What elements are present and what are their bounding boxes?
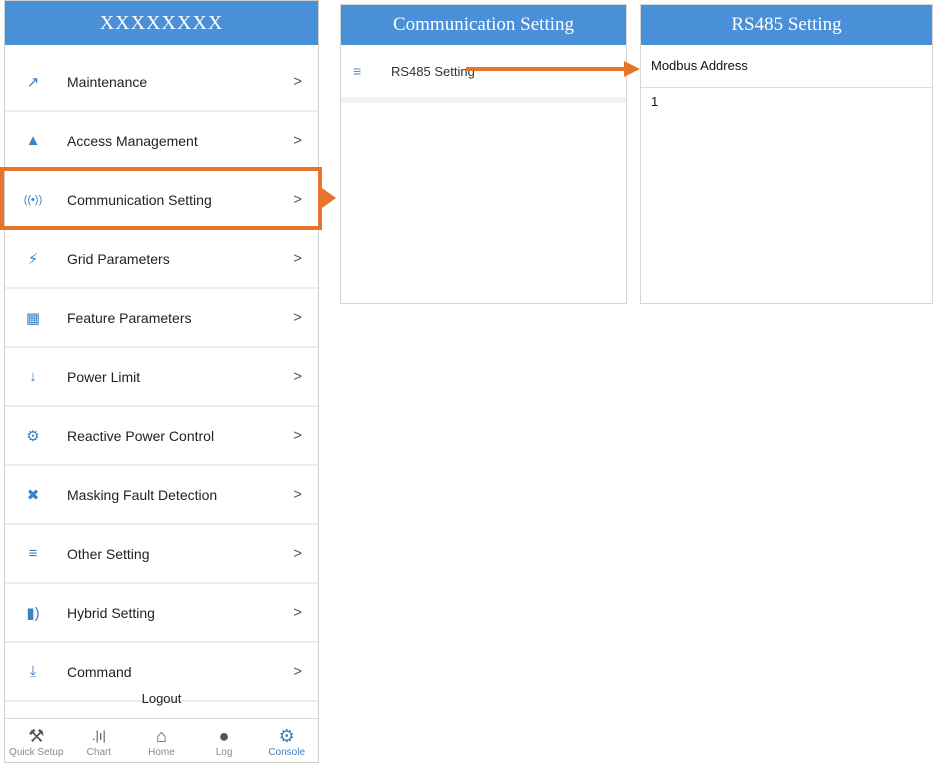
tools-icon: ⚒	[28, 726, 45, 746]
tab-quick-setup[interactable]: ⚒ Quick Setup	[6, 725, 66, 758]
console-menu-panel: XXXXXXXX ↗ Maintenance > ▲ Access Manage…	[4, 0, 319, 763]
chevron-right-icon: >	[293, 368, 302, 385]
gear-icon: ⚙	[278, 726, 295, 746]
bottom-tab-bar: ⚒ Quick Setup .|ı| Chart ⌂ Home ● Log ⚙ …	[5, 718, 318, 764]
tab-label: Chart	[86, 747, 112, 758]
tab-label: Quick Setup	[9, 747, 64, 758]
tab-label: Console	[268, 747, 306, 758]
tab-label: Home	[148, 747, 175, 758]
menu-item-power-limit[interactable]: ↓ Power Limit >	[5, 348, 318, 407]
menu-item-maintenance[interactable]: ↗ Maintenance >	[5, 53, 318, 112]
menu-item-access-management[interactable]: ▲ Access Management >	[5, 112, 318, 171]
muted-bell-icon: ✖	[26, 486, 40, 504]
tab-console[interactable]: ⚙ Console	[257, 725, 317, 758]
menu-item-label: Feature Parameters	[67, 309, 192, 326]
logout-button[interactable]: Logout	[5, 691, 318, 706]
menu-lines-icon: ≡	[28, 545, 38, 562]
chevron-right-icon: >	[293, 132, 302, 149]
highlight-arrow-icon	[322, 188, 336, 208]
lightning-icon: ⚡	[27, 250, 39, 268]
chevron-right-icon: >	[293, 250, 302, 267]
menu-item-label: Hybrid Setting	[67, 604, 155, 621]
chevron-right-icon: >	[293, 545, 302, 562]
menu-item-label: Command	[67, 663, 132, 680]
chart-icon: .|ı|	[91, 728, 106, 743]
tab-home[interactable]: ⌂ Home	[131, 725, 191, 758]
menu-item-label: Power Limit	[67, 368, 141, 385]
settings-menu: ↗ Maintenance > ▲ Access Management > ((…	[5, 53, 318, 702]
tab-label: Log	[215, 747, 233, 758]
info-icon: ●	[218, 726, 230, 746]
tab-log[interactable]: ● Log	[194, 725, 254, 758]
chevron-right-icon: >	[293, 663, 302, 680]
menu-item-reactive-power-control[interactable]: ⚙ Reactive Power Control >	[5, 407, 318, 466]
chevron-right-icon: >	[293, 604, 302, 621]
modbus-address-field[interactable]: 1	[641, 88, 932, 115]
chevron-right-icon: >	[293, 309, 302, 326]
chevron-right-icon: >	[293, 427, 302, 444]
rs485-setting-panel: RS485 Setting Modbus Address 1	[640, 4, 933, 304]
menu-item-feature-parameters[interactable]: ▦ Feature Parameters >	[5, 289, 318, 348]
list-icon: ≡	[353, 63, 362, 79]
chevron-right-icon: >	[293, 486, 302, 503]
menu-item-label: Grid Parameters	[67, 250, 170, 267]
menu-item-masking-fault-detection[interactable]: ✖ Masking Fault Detection >	[5, 466, 318, 525]
menu-item-other-setting[interactable]: ≡ Other Setting >	[5, 525, 318, 584]
highlight-box	[0, 167, 322, 230]
panel-title: RS485 Setting	[641, 5, 932, 45]
modbus-address-label: Modbus Address	[641, 45, 932, 88]
user-icon: ▲	[25, 132, 41, 149]
menu-item-hybrid-setting[interactable]: ▮) Hybrid Setting >	[5, 584, 318, 643]
menu-item-label: Reactive Power Control	[67, 427, 215, 444]
menu-item-label: Access Management	[67, 132, 198, 149]
home-icon: ⌂	[156, 726, 167, 746]
menu-item-label: Maintenance	[67, 73, 148, 90]
rs485-setting-item[interactable]: ≡ RS485 Setting	[341, 45, 626, 103]
communication-setting-panel: Communication Setting ≡ RS485 Setting	[340, 4, 627, 304]
battery-icon: ▮)	[26, 604, 40, 622]
menu-item-label: Masking Fault Detection	[67, 486, 218, 503]
command-arrow-icon: ⤓	[29, 663, 37, 680]
gear-icon: ⚙	[26, 427, 40, 445]
menu-item-label: Other Setting	[67, 545, 150, 562]
chevron-right-icon: >	[293, 73, 302, 90]
down-arrow-icon: ↓	[29, 368, 37, 385]
wrench-icon: ↗	[26, 73, 40, 91]
grid-icon: ▦	[25, 309, 41, 327]
device-title: XXXXXXXX	[5, 1, 318, 45]
tab-chart[interactable]: .|ı| Chart	[69, 725, 129, 758]
connector-arrow-line	[466, 67, 626, 71]
rs485-setting-label: RS485 Setting	[391, 63, 475, 79]
menu-item-grid-parameters[interactable]: ⚡ Grid Parameters >	[5, 230, 318, 289]
panel-title: Communication Setting	[341, 5, 626, 45]
connector-arrow-icon	[624, 61, 640, 77]
